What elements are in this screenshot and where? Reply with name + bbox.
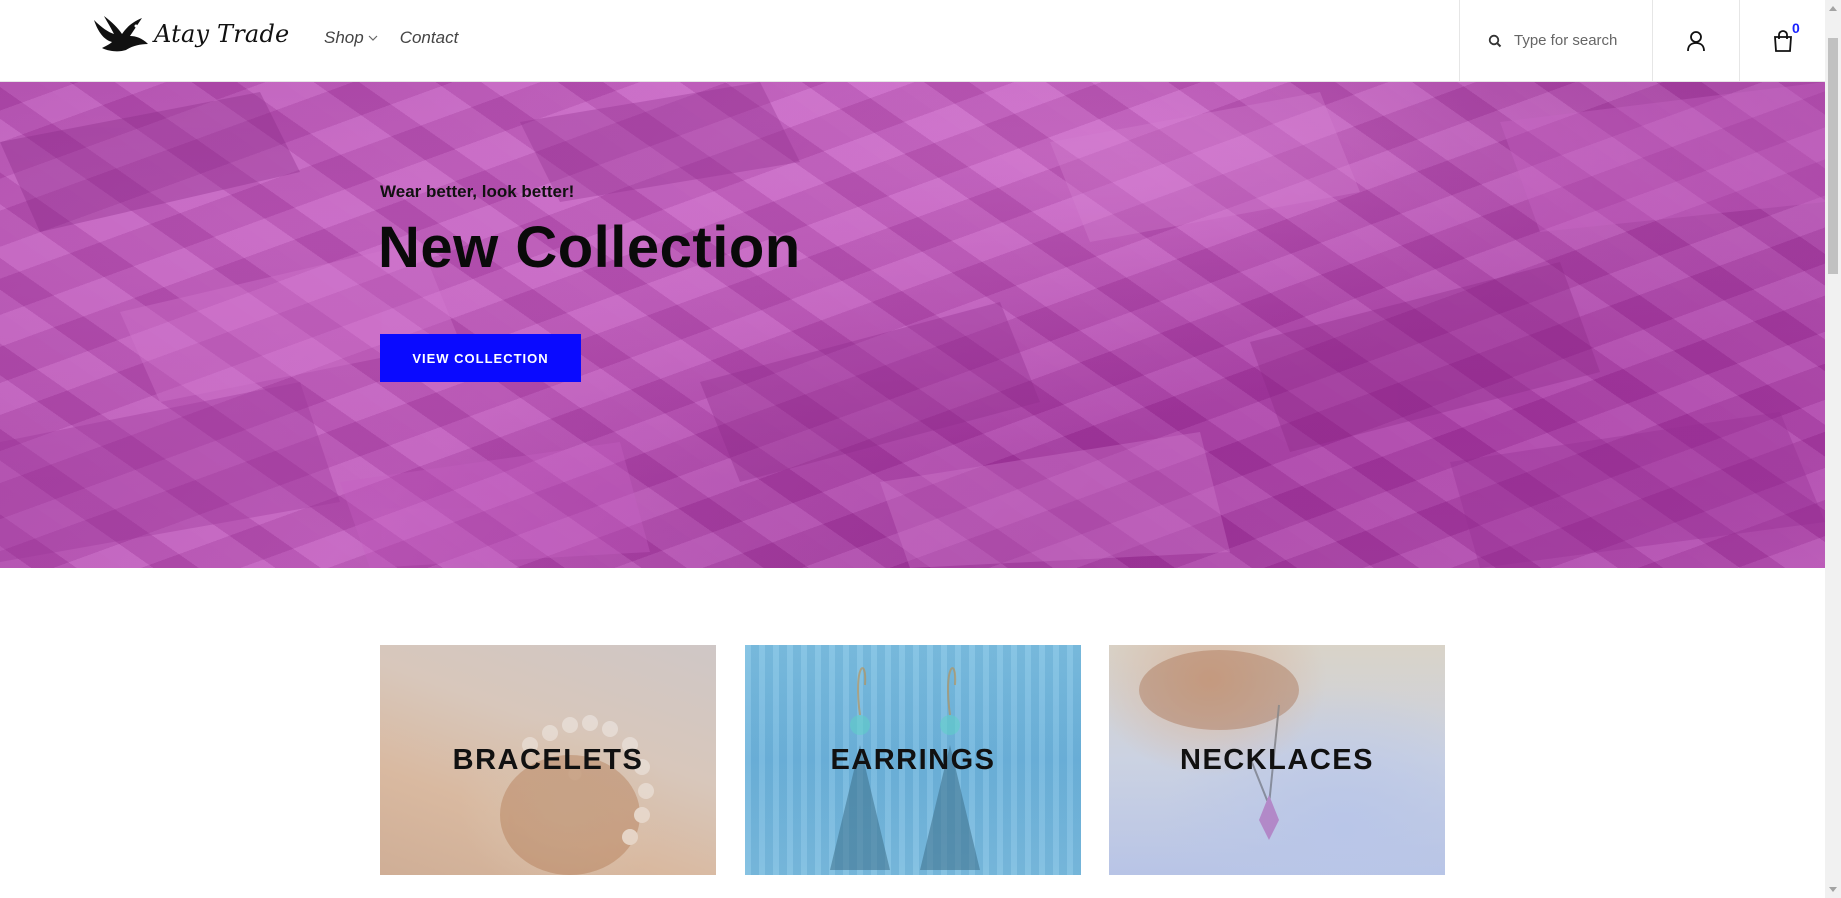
account-button[interactable] — [1652, 0, 1739, 81]
category-card-bracelets[interactable]: BRACELETS — [380, 645, 716, 875]
bird-logo-icon — [94, 16, 148, 52]
chevron-down-icon — [368, 35, 378, 41]
cart-count-badge: 0 — [1792, 20, 1800, 36]
shopping-bag-icon — [1773, 29, 1792, 52]
category-card-earrings[interactable]: EARRINGS — [745, 645, 1081, 875]
hero-subtitle: Wear better, look better! — [380, 182, 575, 201]
paint-texture-background — [0, 82, 1825, 568]
category-label: NECKLACES — [1180, 743, 1374, 776]
hero-banner: Wear better, look better! New Collection… — [0, 82, 1825, 568]
nav-item-shop[interactable]: Shop — [324, 28, 378, 48]
site-header: Atay Trade Shop Contact Type for search … — [0, 0, 1825, 82]
brand-name: Atay Trade — [154, 20, 290, 48]
category-card-necklaces[interactable]: NECKLACES — [1109, 645, 1445, 875]
scrollbar-thumb[interactable] — [1828, 38, 1838, 274]
nav-item-contact[interactable]: Contact — [400, 28, 459, 48]
user-icon — [1687, 30, 1705, 51]
hero-title: New Collection — [378, 215, 801, 280]
main-nav: Shop Contact — [324, 28, 458, 48]
brand-logo[interactable]: Atay Trade — [92, 14, 289, 54]
category-label: EARRINGS — [830, 743, 996, 776]
header-actions: 0 — [1459, 0, 1825, 81]
scroll-down-arrow-icon[interactable] — [1825, 882, 1841, 898]
search-input[interactable] — [1514, 32, 1634, 49]
view-collection-button[interactable]: VIEW COLLECTION — [380, 334, 581, 382]
header-search — [1459, 0, 1652, 81]
scroll-up-arrow-icon[interactable] — [1825, 0, 1841, 16]
page-scrollbar[interactable] — [1825, 0, 1841, 898]
cart-button[interactable]: 0 — [1739, 0, 1825, 81]
nav-shop-label: Shop — [324, 28, 364, 47]
category-label: BRACELETS — [452, 743, 644, 776]
search-icon[interactable] — [1488, 34, 1502, 48]
nav-contact-label: Contact — [399, 28, 459, 47]
